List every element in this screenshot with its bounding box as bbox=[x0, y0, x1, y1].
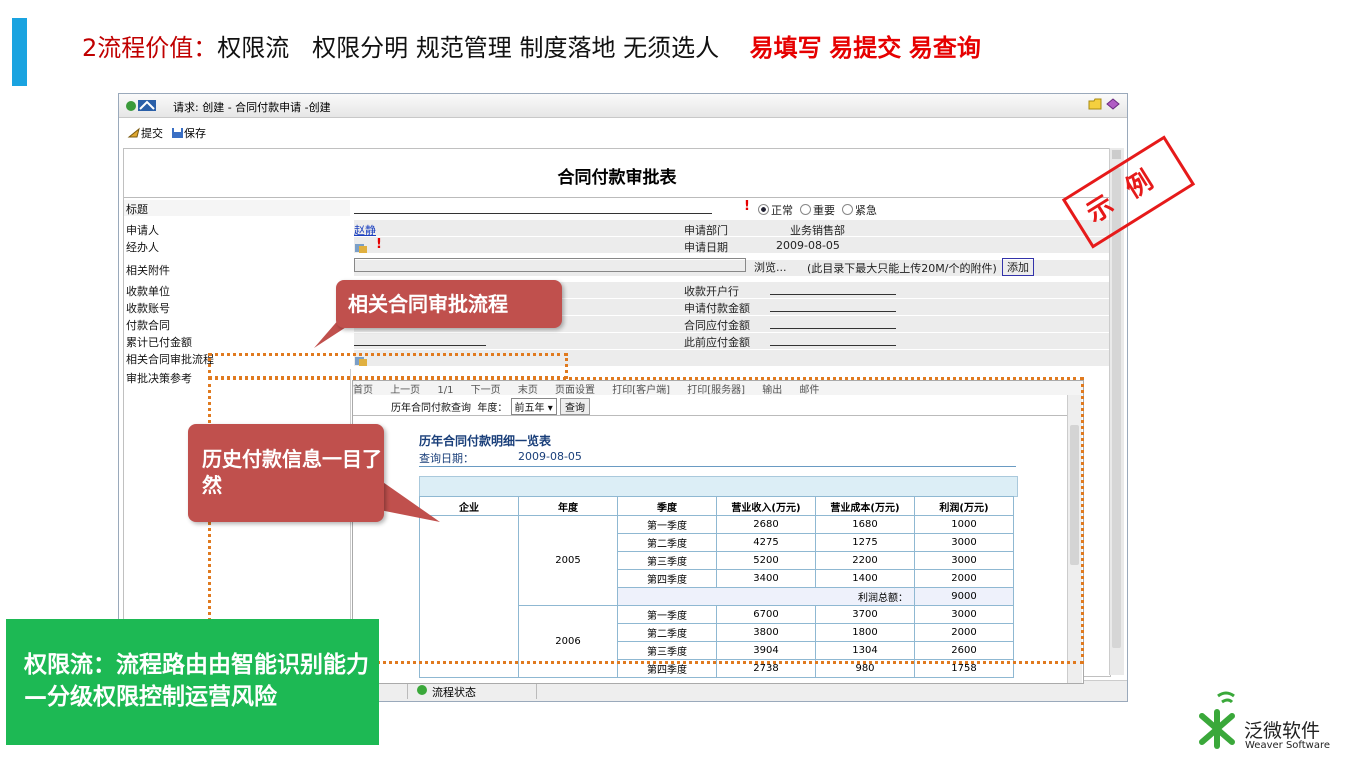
logo-name-cn: 泛微软件 bbox=[1244, 720, 1321, 742]
title-item: 制度落地 bbox=[519, 34, 616, 62]
priority-normal-radio[interactable]: 正常 bbox=[758, 204, 793, 217]
row-bg bbox=[354, 220, 1110, 236]
label-payee-account: 收款账号 bbox=[126, 302, 170, 315]
title-item: 权限流 bbox=[217, 34, 290, 62]
apply-amount-input[interactable] bbox=[770, 297, 896, 312]
attachment-hint: (此目录下最大只能上传20M/个的附件) bbox=[807, 262, 997, 275]
subject-input[interactable] bbox=[354, 199, 712, 214]
required-mark: ! bbox=[376, 237, 382, 252]
tab-flow-status-label: 流程状态 bbox=[432, 686, 476, 699]
priority-important-radio[interactable]: 重要 bbox=[800, 204, 835, 217]
label-apply-amount: 申请付款金额 bbox=[684, 302, 750, 315]
prev-amount-input[interactable] bbox=[770, 331, 896, 346]
save-icon bbox=[171, 127, 184, 142]
label-subject: 标题 bbox=[126, 203, 148, 216]
callout-related-flow: 相关合同审批流程 bbox=[336, 280, 562, 328]
save-button[interactable]: 保存 bbox=[171, 125, 206, 142]
label-contract: 付款合同 bbox=[126, 319, 170, 332]
form-title: 合同付款审批表 bbox=[557, 168, 677, 188]
toolbar: 提交 保存 bbox=[119, 123, 1127, 143]
window-title: 请求: 创建 - 合同付款申请 -创建 bbox=[173, 101, 331, 114]
label-attachment: 相关附件 bbox=[126, 264, 170, 277]
priority-urgent-radio[interactable]: 紧急 bbox=[842, 204, 877, 217]
label-contract-amount: 合同应付金额 bbox=[684, 319, 750, 332]
label-handler: 经办人 bbox=[126, 241, 159, 254]
window-titlebar: 请求: 创建 - 合同付款申请 -创建 bbox=[119, 94, 1127, 118]
label-decision-ref: 审批决策参考 bbox=[126, 372, 192, 385]
priority-group: 正常 重要 紧急 bbox=[758, 202, 877, 218]
row-bg bbox=[354, 237, 1110, 253]
app-logo-icon bbox=[125, 98, 159, 115]
apply-date-value: 2009-08-05 bbox=[776, 239, 840, 252]
weaver-logo-icon bbox=[1192, 690, 1244, 754]
slide-title: 2流程价值：权限流 权限分明 规范管理 制度落地 无须选人 易填写 易提交 易查… bbox=[82, 28, 981, 63]
dept-value: 业务销售部 bbox=[790, 224, 845, 237]
status-icon bbox=[416, 684, 428, 699]
submit-label: 提交 bbox=[141, 127, 163, 140]
logo-name-en: Weaver Software bbox=[1245, 740, 1331, 751]
label-bank: 收款开户行 bbox=[684, 285, 739, 298]
summary-box: 权限流：流程路由由智能识别能力—分级权限控制运营风险 bbox=[6, 619, 379, 745]
title-item: 无须选人 bbox=[623, 34, 720, 62]
browse-people-icon[interactable] bbox=[354, 239, 368, 258]
divider bbox=[124, 197, 1110, 198]
label-related-flow: 相关合同审批流程 bbox=[126, 353, 214, 366]
submit-button[interactable]: 提交 bbox=[127, 125, 163, 142]
row-bg bbox=[124, 200, 350, 216]
applicant-link[interactable]: 赵静 bbox=[354, 222, 376, 238]
folder-icon[interactable] bbox=[1088, 98, 1102, 113]
title-item: 权限分明 bbox=[312, 34, 409, 62]
label-applicant: 申请人 bbox=[126, 224, 159, 237]
browse-button[interactable]: 浏览... bbox=[754, 259, 787, 275]
label-paid-total: 累计已付金额 bbox=[126, 336, 192, 349]
label-payee: 收款单位 bbox=[126, 285, 170, 298]
add-attachment-button[interactable]: 添加 bbox=[1002, 258, 1034, 276]
accent-bar bbox=[12, 18, 27, 86]
scroll-up-arrow-icon[interactable] bbox=[1112, 150, 1121, 159]
contract-amount-input[interactable] bbox=[770, 314, 896, 329]
slide-title-prefix: 2流程价值： bbox=[82, 34, 218, 62]
bank-input[interactable] bbox=[770, 280, 896, 295]
required-mark: ! bbox=[744, 199, 750, 214]
label-dept: 申请部门 bbox=[684, 224, 728, 237]
scroll-thumb[interactable] bbox=[1112, 168, 1121, 648]
highlight-item: 易提交 bbox=[829, 34, 902, 62]
attachment-input[interactable] bbox=[354, 258, 746, 272]
highlight-item: 易查询 bbox=[908, 34, 981, 62]
title-item: 规范管理 bbox=[415, 34, 512, 62]
save-label: 保存 bbox=[184, 127, 206, 140]
label-prev-amount: 此前应付金额 bbox=[684, 336, 750, 349]
highlight-item: 易填写 bbox=[749, 34, 822, 62]
label-apply-date: 申请日期 bbox=[684, 241, 728, 254]
book-icon[interactable] bbox=[1106, 98, 1120, 113]
callout-history: 历史付款信息一目了然 bbox=[188, 424, 384, 522]
submit-icon bbox=[127, 127, 141, 142]
